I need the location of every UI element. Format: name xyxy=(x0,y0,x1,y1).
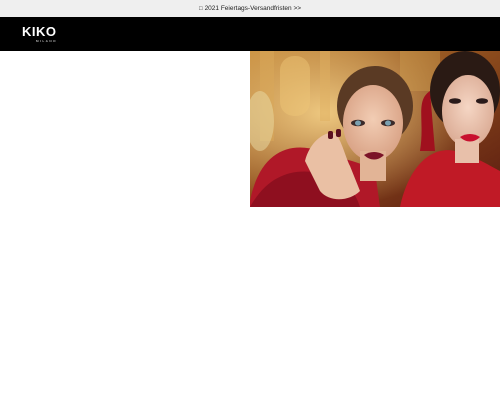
gift-icon: □ xyxy=(198,5,203,12)
promo-banner[interactable]: □ 2021 Feiertags-Versandfristen >> xyxy=(0,0,500,17)
hero-illustration xyxy=(250,51,500,207)
kiko-logo[interactable]: KIKO MILANO xyxy=(22,24,70,44)
hero-banner-image[interactable] xyxy=(250,51,500,207)
promo-banner-text: 2021 Feiertags-Versandfristen >> xyxy=(204,5,302,12)
logo-subtext: MILANO xyxy=(36,39,58,43)
site-header: KIKO MILANO xyxy=(0,17,500,51)
logo-wordmark: KIKO xyxy=(22,24,57,39)
